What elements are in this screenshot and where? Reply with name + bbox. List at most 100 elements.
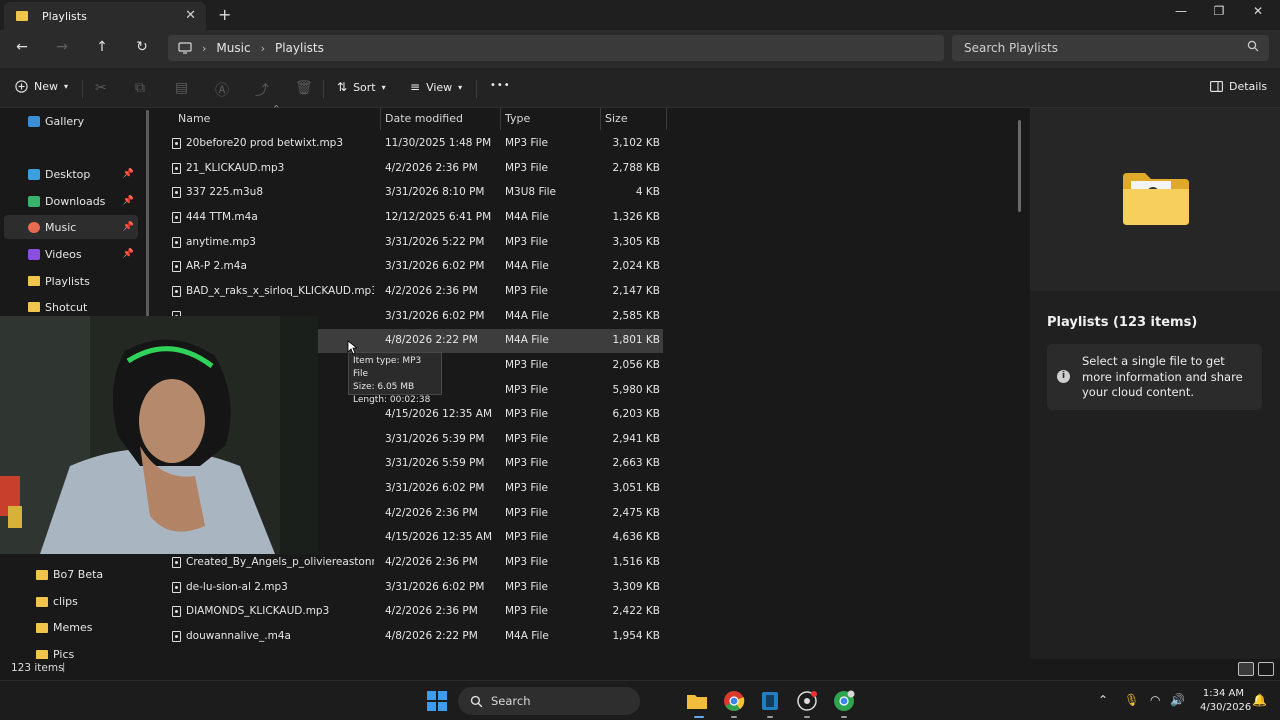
app-indicator <box>841 716 847 718</box>
breadcrumb-music[interactable]: Music <box>216 41 250 55</box>
new-button[interactable]: New ▾ <box>15 80 68 93</box>
file-row[interactable]: 21_KLICKAUD.mp3 4/2/2026 2:36 PM MP3 File 2… <box>166 157 663 181</box>
divider <box>323 80 324 98</box>
minimize-button[interactable]: — <box>1166 4 1196 18</box>
file-date: 4/2/2026 2:36 PM <box>385 284 478 297</box>
details-view-button[interactable] <box>1238 662 1254 676</box>
file-row[interactable]: 337 225.m3u8 3/31/2026 8:10 PM M3U8 File 4 … <box>166 181 663 205</box>
taskbar: Search ⌃ 🎙 ◠ 🔊 1:34 AM 4/30/2026 🔔 <box>0 680 1280 720</box>
file-date: 4/15/2026 12:35 AM <box>385 531 493 544</box>
file-row[interactable]: BAD_x_raks_x_sirloq_KLICKAUD.mp3 4/2/2026… <box>166 280 663 304</box>
column-header-date[interactable]: Date modified <box>385 112 463 125</box>
capture-app-icon[interactable] <box>796 690 818 712</box>
file-size: 1,801 KB <box>612 334 661 347</box>
back-button[interactable]: ← <box>12 39 32 55</box>
forward-button[interactable]: → <box>52 39 72 55</box>
sidebar-item-downloads[interactable]: Downloads 📌 <box>4 189 138 213</box>
search-input[interactable]: Search Playlists <box>952 35 1269 61</box>
details-button[interactable]: Details <box>1210 80 1267 93</box>
more-options-button[interactable]: ••• <box>490 80 511 91</box>
view-icon: ≡ <box>410 80 421 94</box>
share-icon[interactable]: ⤴ <box>255 80 269 100</box>
new-tab-button[interactable]: + <box>218 5 231 24</box>
notification-icon[interactable]: 🔔 <box>1252 693 1267 707</box>
column-divider[interactable] <box>666 108 667 130</box>
volume-icon[interactable]: 🔊 <box>1170 693 1185 707</box>
windows-start-icon[interactable] <box>426 690 448 712</box>
cut-icon[interactable]: ✂ <box>95 80 107 96</box>
status-bar: 123 items | <box>0 659 1280 679</box>
sidebar-item-label: Shotcut <box>45 300 88 314</box>
clock-time: 1:34 AM <box>1202 688 1244 699</box>
audio-file-icon <box>172 557 181 569</box>
sort-button[interactable]: ⇅ Sort ▾ <box>337 80 386 94</box>
maximize-button[interactable]: ❐ <box>1204 4 1234 18</box>
file-size: 1,326 KB <box>612 210 661 223</box>
file-date: 12/12/2025 6:41 PM <box>385 210 492 223</box>
column-divider[interactable] <box>600 108 601 130</box>
file-date: 4/2/2026 2:36 PM <box>385 506 478 519</box>
taskbar-search[interactable]: Search <box>458 687 640 715</box>
file-row[interactable]: 444 TTM.m4a 12/12/2025 6:41 PM M4A File 1,3… <box>166 206 663 230</box>
tiles-view-button[interactable] <box>1258 662 1274 676</box>
column-header-size[interactable]: Size <box>605 112 628 125</box>
file-row[interactable]: 20before20 prod betwixt.mp3 11/30/2025 1:… <box>166 132 663 156</box>
file-date: 4/2/2026 2:36 PM <box>385 556 478 569</box>
up-button[interactable]: ↑ <box>92 39 112 55</box>
file-date: 3/31/2026 5:39 PM <box>385 432 485 445</box>
taskbar-clock[interactable]: 1:34 AM 4/30/2026 <box>1200 687 1251 715</box>
sidebar-item-clips[interactable]: clips <box>36 595 78 608</box>
file-row[interactable]: anytime.mp3 3/31/2026 5:22 PM MP3 File 3,30… <box>166 231 663 255</box>
webcam-person-image <box>0 316 318 554</box>
sidebar-item-bo7-beta[interactable]: Bo7 Beta <box>36 568 103 581</box>
file-size: 2,056 KB <box>612 358 661 371</box>
file-row[interactable]: de-lu-sion-al 2.mp3 3/31/2026 6:02 PM MP3 … <box>166 576 663 600</box>
file-type: MP3 File <box>505 161 548 174</box>
sidebar-item-playlists[interactable]: Playlists <box>4 269 138 293</box>
file-row[interactable]: douwannalive_.m4a 4/8/2026 2:22 PM M4A Fil… <box>166 625 663 649</box>
chevron-right-icon: › <box>260 41 265 55</box>
file-size: 2,422 KB <box>612 605 661 618</box>
tab-close-button[interactable]: ✕ <box>185 8 196 23</box>
file-explorer-icon[interactable] <box>686 690 708 712</box>
view-label: View <box>426 80 453 94</box>
copy-icon[interactable]: ⧉ <box>135 80 145 96</box>
file-list-scrollbar[interactable] <box>1018 120 1021 212</box>
breadcrumb[interactable]: › Music › Playlists <box>168 35 944 61</box>
column-divider[interactable] <box>500 108 501 130</box>
sidebar-item-label: Gallery <box>45 114 85 128</box>
refresh-button[interactable]: ↻ <box>132 39 152 55</box>
chevron-down-icon: ▾ <box>64 82 69 91</box>
file-date: 3/31/2026 6:02 PM <box>385 482 485 495</box>
breadcrumb-playlists[interactable]: Playlists <box>275 41 324 55</box>
sort-ascending-icon: ^ <box>273 104 280 113</box>
chrome-profile-icon[interactable] <box>833 690 855 712</box>
wifi-icon[interactable]: ◠ <box>1150 693 1160 707</box>
sidebar-item-gallery[interactable]: Gallery <box>4 109 138 133</box>
editor-app-icon[interactable] <box>759 690 781 712</box>
show-hidden-icons-icon[interactable]: ⌃ <box>1098 693 1108 707</box>
file-row[interactable]: Created_By_Angels_p_oliviereastonn_KLI..… <box>166 551 663 575</box>
delete-icon[interactable]: 🗑 <box>295 80 313 96</box>
chevron-right-icon: › <box>202 41 207 55</box>
column-divider[interactable] <box>380 108 381 130</box>
chrome-icon[interactable] <box>723 690 745 712</box>
file-row[interactable]: DIAMONDS_KLICKAUD.mp3 4/2/2026 2:36 PM MP3… <box>166 600 663 624</box>
file-tooltip: Item type: MP3 File Size: 6.05 MB Length… <box>348 352 442 405</box>
file-type: MP3 File <box>505 358 548 371</box>
tab-playlists[interactable]: Playlists ✕ <box>4 2 206 30</box>
sidebar-item-desktop[interactable]: Desktop 📌 <box>4 162 138 186</box>
microphone-icon[interactable]: 🎙 <box>1124 693 1139 707</box>
view-button[interactable]: ≡ View ▾ <box>410 80 462 94</box>
paste-icon[interactable]: ▤ <box>175 80 188 96</box>
rename-icon[interactable]: Ⓐ <box>215 80 229 100</box>
sidebar-item-memes[interactable]: Memes <box>36 621 92 634</box>
file-size: 4 KB <box>635 186 660 199</box>
column-header-name[interactable]: Name <box>178 112 210 125</box>
column-header-type[interactable]: Type <box>505 112 530 125</box>
audio-file-icon <box>172 631 181 642</box>
sidebar-item-videos[interactable]: Videos 📌 <box>4 242 138 266</box>
sidebar-item-music[interactable]: Music 📌 <box>4 215 138 239</box>
file-row[interactable]: AR-P 2.m4a 3/31/2026 6:02 PM M4A File 2,024… <box>166 255 663 279</box>
close-window-button[interactable]: ✕ <box>1243 4 1273 18</box>
